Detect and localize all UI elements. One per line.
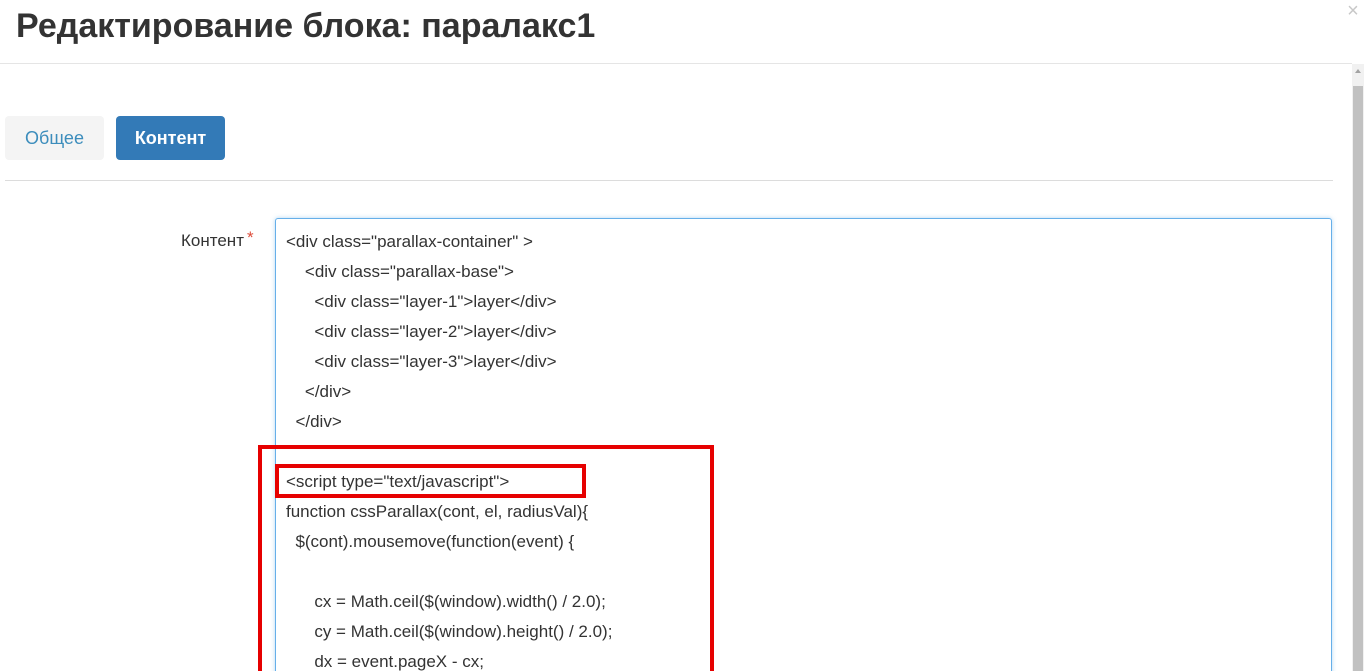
- code-line: <div class="layer-3">layer</div>: [286, 352, 557, 371]
- code-line: function cssParallax(cont, el, radiusVal…: [286, 502, 589, 521]
- code-line: dx = event.pageX - cx;: [286, 652, 484, 671]
- page: Редактирование блока: паралакс1 × Общее …: [0, 0, 1364, 671]
- close-icon[interactable]: ×: [1344, 0, 1362, 22]
- code-line: </div>: [286, 382, 352, 401]
- scroll-up-arrow-icon[interactable]: [1352, 64, 1364, 78]
- vertical-scrollbar[interactable]: [1352, 64, 1364, 671]
- tab-general[interactable]: Общее: [5, 116, 104, 160]
- modal-header: Редактирование блока: паралакс1: [0, 0, 1352, 64]
- tab-content[interactable]: Контент: [116, 116, 225, 160]
- code-line: <div class="layer-1">layer</div>: [286, 292, 557, 311]
- code-line: <script type="text/javascript">: [286, 472, 510, 491]
- code-line: cx = Math.ceil($(window).width() / 2.0);: [286, 592, 606, 611]
- code-line: $(cont).mousemove(function(event) {: [286, 532, 575, 551]
- required-marker: *: [247, 228, 254, 247]
- code-line: <div class="parallax-container" >: [286, 232, 533, 251]
- content-field-label: Контент: [181, 231, 244, 250]
- code-line: </div>: [286, 412, 342, 431]
- code-line: <div class="layer-2">layer</div>: [286, 322, 557, 341]
- modal-title: Редактирование блока: паралакс1: [16, 7, 596, 45]
- tabs-divider: [5, 180, 1333, 181]
- scrollbar-thumb[interactable]: [1353, 86, 1363, 671]
- content-textarea[interactable]: <div class="parallax-container" > <div c…: [275, 218, 1332, 671]
- code-line: cy = Math.ceil($(window).height() / 2.0)…: [286, 622, 613, 641]
- code-line: <div class="parallax-base">: [286, 262, 514, 281]
